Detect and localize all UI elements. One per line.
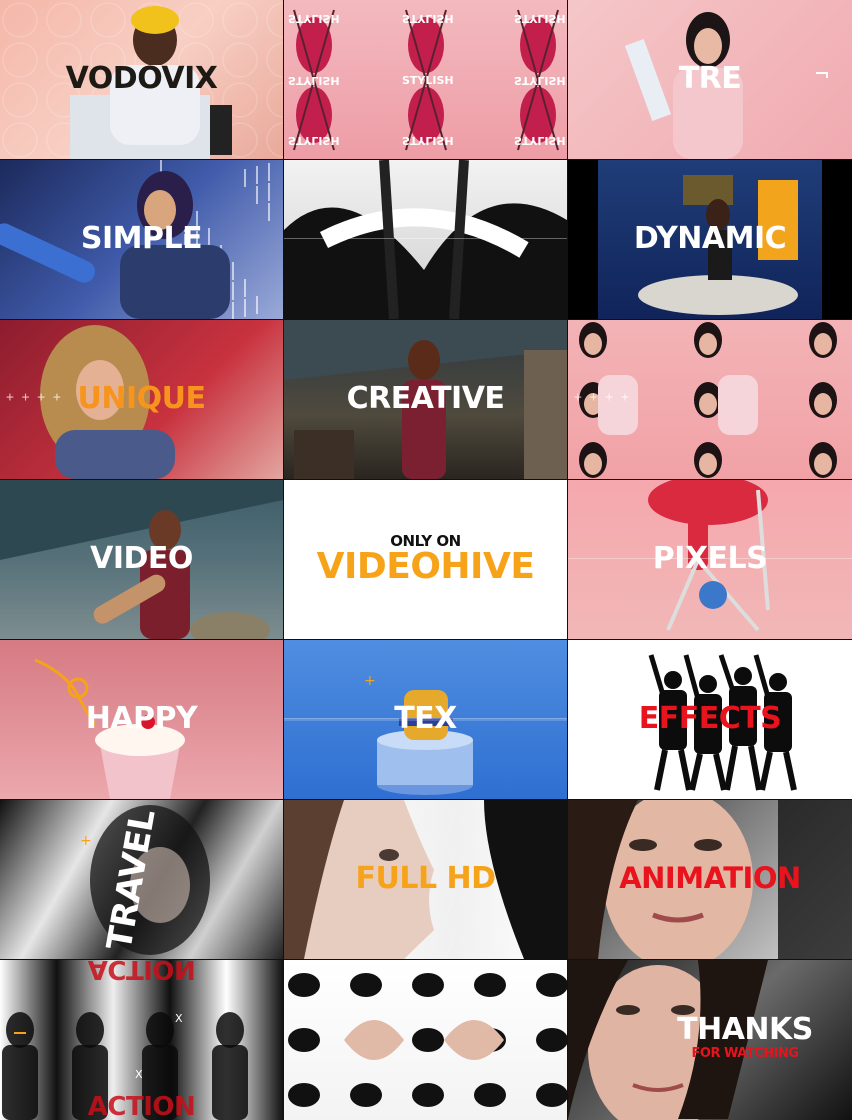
thumbnail-tile: EFFECTS: [568, 640, 852, 799]
tile-caption: SIMPLE: [80, 220, 203, 256]
tile-caption: DYNAMIC: [633, 220, 787, 256]
thumbnail-tile: + + + +: [568, 320, 852, 479]
thumbnail-tile: DYNAMIC: [568, 160, 852, 319]
abstract-bw-figure: [284, 160, 567, 319]
thumbnail-tile: HAPPY: [0, 640, 283, 799]
thumbnail-tile: CREATIVE: [284, 320, 567, 479]
thumbnail-tile: ANIMATION: [568, 800, 852, 959]
tile-caption: VIDEO: [90, 540, 193, 576]
thumbnail-tile: + TRAVEL: [0, 800, 283, 959]
thumbnail-tile: VIDEO: [0, 480, 283, 639]
crosshair-decoration: + + + +: [574, 390, 629, 405]
tile-caption: THANKS: [677, 1012, 813, 1047]
tile-caption: VODOVIX: [65, 60, 218, 96]
tile-caption: ACTION: [87, 1092, 196, 1120]
tile-sub-caption: FOR WATCHING: [691, 1046, 799, 1061]
thumbnail-tile: FULL HD: [284, 800, 567, 959]
svg-text:+: +: [364, 673, 376, 689]
guide-line: [284, 238, 567, 239]
thumbnail-tile: X X ACTION ACTION: [0, 960, 283, 1120]
tile-caption: STYLISH: [288, 74, 340, 87]
kaleido-figure: [288, 973, 567, 1107]
thumbnail-tile: STYLISH STYLISH STYLISH STYLISH STYLISH STYLI…: [284, 0, 567, 159]
guide-line: [568, 558, 852, 559]
svg-text:+: +: [80, 833, 92, 849]
tile-caption: CREATIVE: [346, 380, 505, 416]
tile-caption: STYLISH: [288, 12, 340, 25]
svg-text:X: X: [135, 1068, 143, 1081]
svg-text:X: X: [175, 1012, 183, 1025]
tile-caption: VIDEOHIVE: [316, 546, 535, 587]
thumbnail-tile: UNIQUE + + + +: [0, 320, 283, 479]
tile-caption: STYLISH: [402, 12, 454, 25]
tile-caption: HAPPY: [85, 700, 198, 736]
tile-caption: STYLISH: [514, 12, 566, 25]
thumbnail-tile: [284, 960, 567, 1120]
tile-caption: STYLISH: [514, 74, 566, 87]
tile-caption: STYLISH: [514, 134, 566, 147]
thumbnail-tile: [284, 160, 567, 319]
tile-caption: TRE: [678, 60, 742, 96]
tile-caption: EFFECTS: [638, 700, 782, 736]
crosshair-decoration: + + + +: [6, 390, 61, 405]
thumbnail-tile: PIXELS: [568, 480, 852, 639]
thumbnail-tile: ONLY ON VIDEOHIVE: [284, 480, 567, 639]
thumbnail-tile: VODOVIX: [0, 0, 283, 159]
tile-caption: STYLISH: [402, 74, 454, 87]
tile-caption: FULL HD: [355, 860, 496, 896]
thumbnail-tile: + TEX: [284, 640, 567, 799]
tile-caption: STYLISH: [402, 134, 454, 147]
tile-caption: ANIMATION: [619, 861, 801, 895]
thumbnail-tile: SIMPLE: [0, 160, 283, 319]
thumbnail-grid: VODOVIX STYLISH STYLISH STYLISH STYLISH STYLI…: [0, 0, 852, 1120]
tile-caption: STYLISH: [288, 134, 340, 147]
thumbnail-tile: TRE: [568, 0, 852, 159]
guide-line: [284, 718, 567, 719]
thumbnail-tile: THANKS FOR WATCHING: [568, 960, 852, 1120]
tile-caption: ACTION: [87, 960, 196, 984]
